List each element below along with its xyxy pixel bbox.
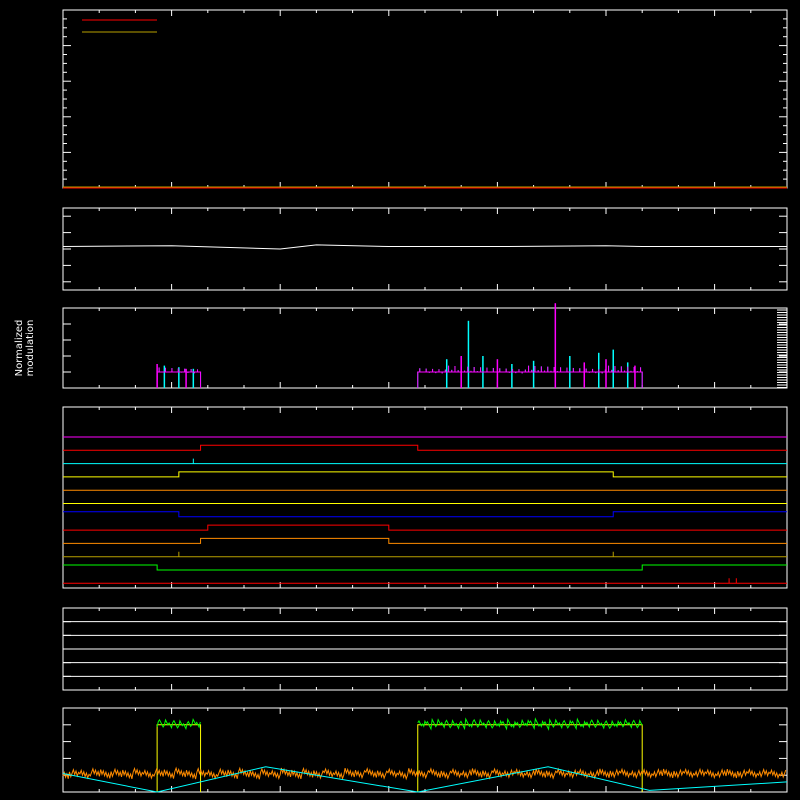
flag-line-non-solar-event [63, 458, 787, 465]
modulation-ylabel-line2: modulation [25, 320, 36, 377]
flag-line-saa-flag [63, 524, 787, 531]
roll-frame [62, 207, 788, 291]
flag-line-sc-in-sunlight [63, 471, 787, 478]
modulation-interval [417, 371, 643, 388]
geomagnetic-latitude-line [62, 766, 788, 793]
flag-line-particle-flag [63, 537, 787, 544]
modulation-ylabel-line1: Normalized [14, 320, 25, 377]
flag-line-eclipse-flag [63, 511, 787, 518]
pointing-frame [62, 9, 788, 189]
roll-period-line [62, 244, 787, 250]
front-ratio-step [156, 724, 202, 792]
modulation-frame [62, 307, 788, 389]
modulation-interval [417, 371, 643, 388]
flags-frame [62, 406, 788, 589]
summary-plot: Normalized modulation [14, 9, 788, 793]
front-ratio-1225-trace [156, 717, 201, 731]
flag-line-gap-flag [63, 444, 787, 451]
flag-line-fronts-off [63, 564, 787, 571]
front-ratio-step [417, 724, 643, 792]
max-det-trace [62, 766, 787, 781]
front-ratio-1225-trace [417, 717, 643, 731]
flag-line-aaz-flag [63, 551, 787, 558]
